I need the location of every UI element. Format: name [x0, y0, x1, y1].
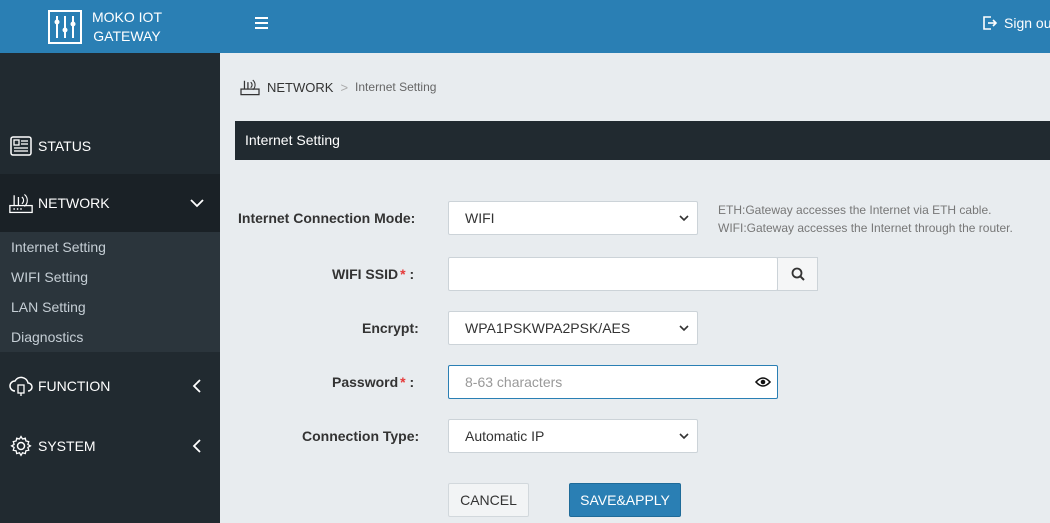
required-mark: * [400, 266, 406, 282]
status-icon [9, 134, 33, 158]
sidebar-subitem-internet-setting[interactable]: Internet Setting [0, 232, 220, 262]
sign-out-button[interactable]: Sign ou [982, 15, 1050, 31]
sidebar: MOKO IOT GATEWAY STATUS NETWORK Internet… [0, 0, 220, 523]
brand-line-2: GATEWAY [93, 27, 161, 44]
hint-eth: ETH:Gateway accesses the Internet via ET… [718, 203, 992, 217]
brand-logo[interactable]: MOKO IOT GATEWAY [0, 0, 220, 53]
connection-type-label: Connection Type: [302, 428, 420, 444]
sign-out-label: Sign ou [1004, 15, 1050, 31]
sidebar-subitem-lan-setting[interactable]: LAN Setting [0, 292, 220, 322]
wifi-ssid-input[interactable] [448, 257, 778, 291]
required-mark: * [400, 374, 406, 390]
top-bar: Sign ou [220, 0, 1050, 53]
sidebar-item-network[interactable]: NETWORK [0, 174, 220, 232]
eye-icon[interactable] [755, 376, 771, 388]
section-title: Internet Setting [235, 121, 1050, 160]
cancel-button[interactable]: CANCEL [448, 483, 529, 517]
connection-mode-label: Internet Connection Mode: [238, 210, 416, 226]
connection-mode-select[interactable]: WIFI [448, 201, 698, 235]
sidebar-item-system[interactable]: SYSTEM [0, 428, 220, 464]
sidebar-item-function[interactable]: FUNCTION [0, 368, 220, 404]
save-apply-button[interactable]: SAVE&APPLY [569, 483, 681, 517]
router-icon [9, 191, 33, 215]
chevron-left-icon [192, 439, 201, 453]
search-icon [791, 267, 805, 281]
sidebar-item-label: NETWORK [38, 195, 110, 211]
chevron-left-icon [192, 379, 201, 393]
breadcrumb-parent[interactable]: NETWORK [267, 80, 333, 95]
sidebar-subitem-wifi-setting[interactable]: WIFI Setting [0, 262, 220, 292]
sidebar-subitem-diagnostics[interactable]: Diagnostics [0, 322, 220, 352]
chevron-down-icon [679, 215, 689, 222]
sign-out-icon [983, 16, 998, 30]
router-icon [240, 79, 260, 96]
password-label-text: Password [332, 374, 399, 390]
encrypt-label: Encrypt: [362, 320, 419, 336]
network-submenu: Internet Setting WIFI Setting LAN Settin… [0, 232, 220, 352]
label-colon: : [409, 266, 415, 282]
connection-type-select[interactable]: Automatic IP [448, 419, 698, 453]
encrypt-value: WPA1PSKWPA2PSK/AES [465, 320, 631, 336]
connection-mode-value: WIFI [465, 210, 495, 226]
brand-line-1: MOKO IOT [92, 8, 162, 25]
sidebar-item-label: SYSTEM [38, 438, 96, 454]
brand-name: MOKO IOT GATEWAY [92, 8, 162, 46]
sidebar-item-label: FUNCTION [38, 378, 111, 394]
sidebar-item-status[interactable]: STATUS [0, 128, 220, 164]
password-input[interactable]: 8-63 characters [448, 365, 778, 399]
label-colon: : [409, 374, 415, 390]
chevron-down-icon [679, 433, 689, 440]
breadcrumb-separator: > [340, 79, 349, 95]
connection-mode-hint: ETH:Gateway accesses the Internet via ET… [718, 201, 1013, 237]
breadcrumb: NETWORK > Internet Setting [240, 78, 436, 96]
hamburger-menu-icon[interactable] [255, 17, 268, 29]
sidebar-item-label: STATUS [38, 138, 92, 154]
password-label: Password * : [332, 374, 414, 390]
gear-icon [9, 434, 33, 458]
hint-wifi: WIFI:Gateway accesses the Internet throu… [718, 221, 1013, 235]
wifi-ssid-label: WIFI SSID * : [332, 266, 414, 282]
chevron-down-icon [679, 325, 689, 332]
connection-type-value: Automatic IP [465, 428, 545, 444]
ssid-search-button[interactable] [777, 257, 818, 291]
cloud-chip-icon [9, 374, 33, 398]
password-placeholder: 8-63 characters [465, 374, 563, 390]
chevron-down-icon [190, 199, 204, 208]
gateway-logo-icon [48, 9, 82, 44]
breadcrumb-current: Internet Setting [355, 80, 437, 94]
encrypt-select[interactable]: WPA1PSKWPA2PSK/AES [448, 311, 698, 345]
wifi-ssid-label-text: WIFI SSID [332, 266, 399, 282]
